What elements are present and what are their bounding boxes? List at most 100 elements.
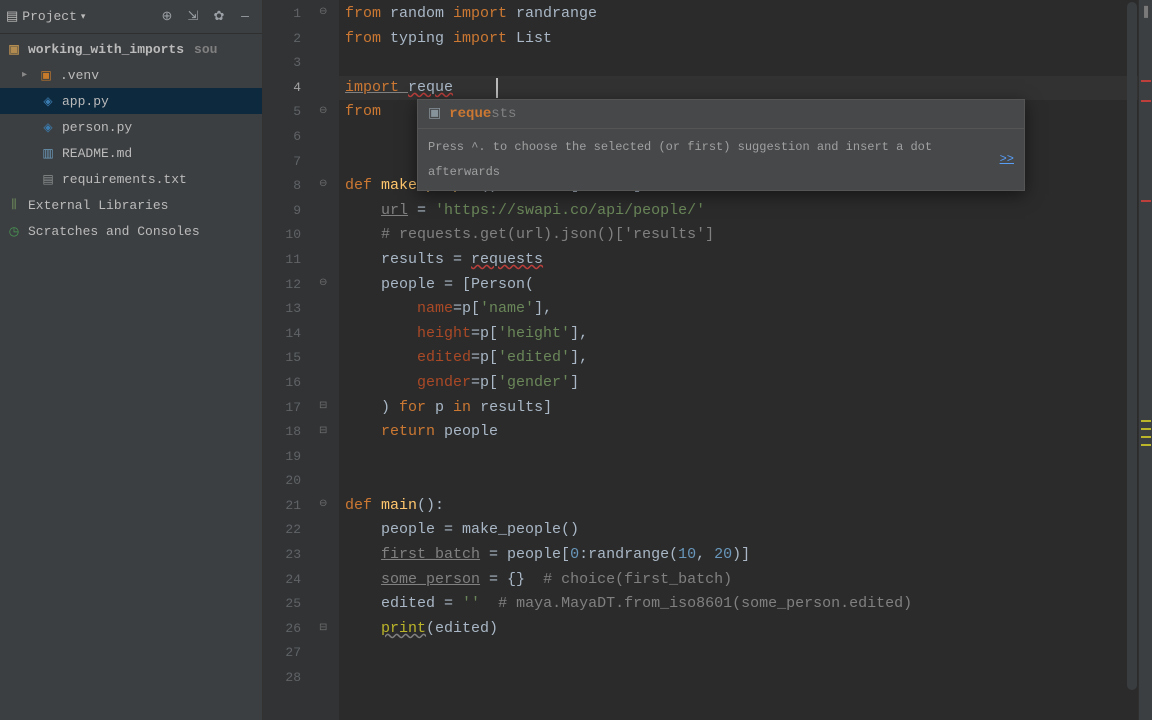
scratches-icon: ◷ [6,223,22,239]
tree-venv-label: .venv [60,68,99,83]
code-area[interactable]: from random import randrange from typing… [339,0,1138,720]
error-marker[interactable] [1141,80,1151,82]
code-line-23: first_batch = people[0:randrange(10, 20)… [339,543,1138,568]
folder-icon: ▣ [6,41,22,57]
code-line-17: ) for p in results] [339,396,1138,421]
line-number: 6 [263,125,315,150]
code-line-15: edited=p['edited'], [339,346,1138,371]
completion-item[interactable]: ▣ requests [418,100,1024,128]
line-number: 13 [263,297,315,322]
package-icon: ▣ [428,102,441,127]
line-number: 3 [263,51,315,76]
settings-icon[interactable]: ✿ [208,6,230,28]
line-number: 4 [263,76,315,101]
vertical-scrollbar[interactable] [1127,2,1137,690]
project-sidebar: ▤ Project ▾ ⊕ ⇲ ✿ — ▣ working_with_impor… [0,0,263,720]
ide-root: ▤ Project ▾ ⊕ ⇲ ✿ — ▣ working_with_impor… [0,0,1152,720]
code-line-18: return people [339,420,1138,445]
line-number: 10 [263,223,315,248]
line-number: 28 [263,666,315,691]
tree-app-label: app.py [62,94,109,109]
code-line-14: height=p['height'], [339,322,1138,347]
completion-text: requests [449,102,516,127]
code-line-21: def main(): [339,494,1138,519]
editor: 1234567891011121314151617181920212223242… [263,0,1152,720]
line-number: 5 [263,100,315,125]
error-marker[interactable] [1141,100,1151,102]
code-line-2: from typing import List [339,27,1138,52]
expand-arrow-icon[interactable]: ▸ [22,69,32,81]
expand-icon[interactable]: ⇲ [182,6,204,28]
project-icon: ▤ [6,9,18,24]
line-number-gutter: 1234567891011121314151617181920212223242… [263,0,315,720]
line-number: 12 [263,273,315,298]
line-number: 17 [263,396,315,421]
line-number: 16 [263,371,315,396]
tree-person-label: person.py [62,120,132,135]
libraries-icon: ⫼ [6,197,22,213]
code-line-19 [339,445,1138,470]
fold-end-icon[interactable]: ⊟ [319,400,331,412]
line-number: 8 [263,174,315,199]
fold-end-icon[interactable]: ⊟ [319,425,331,437]
line-number: 2 [263,27,315,52]
warning-marker[interactable] [1141,444,1151,446]
tree-extlib-label: External Libraries [28,198,168,213]
sidebar-toolbar: ▤ Project ▾ ⊕ ⇲ ✿ — [0,0,262,34]
fold-marker-icon[interactable]: ⊖ [319,277,331,289]
code-line-13: name=p['name'], [339,297,1138,322]
toolbar-title-group[interactable]: ▤ Project ▾ [6,9,152,24]
code-line-9: url = 'https://swapi.co/api/people/' [339,199,1138,224]
collapse-icon[interactable]: — [234,6,256,28]
line-number: 25 [263,592,315,617]
warning-marker[interactable] [1141,420,1151,422]
tree-venv[interactable]: ▸ ▣ .venv [0,62,262,88]
project-title: Project [22,9,77,24]
tree-scratch-label: Scratches and Consoles [28,224,200,239]
code-line-22: people = make_people() [339,518,1138,543]
fold-marker-icon[interactable]: ⊖ [319,178,331,190]
completion-popup: ▣ requests Press ^. to choose the select… [417,99,1025,191]
tree-file-readme[interactable]: ▥ README.md [0,140,262,166]
code-line-26: print(edited) [339,617,1138,642]
code-line-11: results = requests [339,248,1138,273]
code-line-28 [339,666,1138,691]
code-line-16: gender=p['gender'] [339,371,1138,396]
fold-marker-icon[interactable]: ⊖ [319,105,331,117]
fold-marker-icon[interactable]: ⊖ [319,498,331,510]
locate-icon[interactable]: ⊕ [156,6,178,28]
fold-gutter: ⊖ ⊖ ⊖ ⊖ ⊟ ⊟ ⊖ ⊟ [315,0,339,720]
line-number: 15 [263,346,315,371]
line-number: 27 [263,641,315,666]
completion-more-link[interactable]: >> [1000,147,1014,172]
code-line-4: import reque [339,76,1138,101]
line-number: 19 [263,445,315,470]
line-number: 21 [263,494,315,519]
fold-end-icon[interactable]: ⊟ [319,622,331,634]
text-cursor [496,78,498,98]
completion-hint: Press ^. to choose the selected (or firs… [418,128,1024,190]
project-tree: ▣ working_with_imports sou ▸ ▣ .venv ◈ a… [0,34,262,244]
line-number: 22 [263,518,315,543]
dropdown-arrow-icon: ▾ [81,12,86,22]
line-number: 24 [263,568,315,593]
error-stripe: ❚❚ [1138,0,1152,720]
text-file-icon: ▤ [40,171,56,187]
warning-marker[interactable] [1141,428,1151,430]
line-number: 1 [263,2,315,27]
tree-file-app[interactable]: ◈ app.py [0,88,262,114]
python-file-icon: ◈ [40,93,56,109]
tree-external-libraries[interactable]: ⫼ External Libraries [0,192,262,218]
line-number: 11 [263,248,315,273]
tree-file-reqs[interactable]: ▤ requirements.txt [0,166,262,192]
error-marker[interactable] [1141,200,1151,202]
tree-root[interactable]: ▣ working_with_imports sou [0,36,262,62]
analysis-pause-icon[interactable]: ❚❚ [1141,4,1152,19]
tree-scratches[interactable]: ◷ Scratches and Consoles [0,218,262,244]
python-file-icon: ◈ [40,119,56,135]
completion-hint-text: Press ^. to choose the selected (or firs… [428,135,994,184]
fold-marker-icon[interactable]: ⊖ [319,6,331,18]
tree-file-person[interactable]: ◈ person.py [0,114,262,140]
line-number: 26 [263,617,315,642]
warning-marker[interactable] [1141,436,1151,438]
